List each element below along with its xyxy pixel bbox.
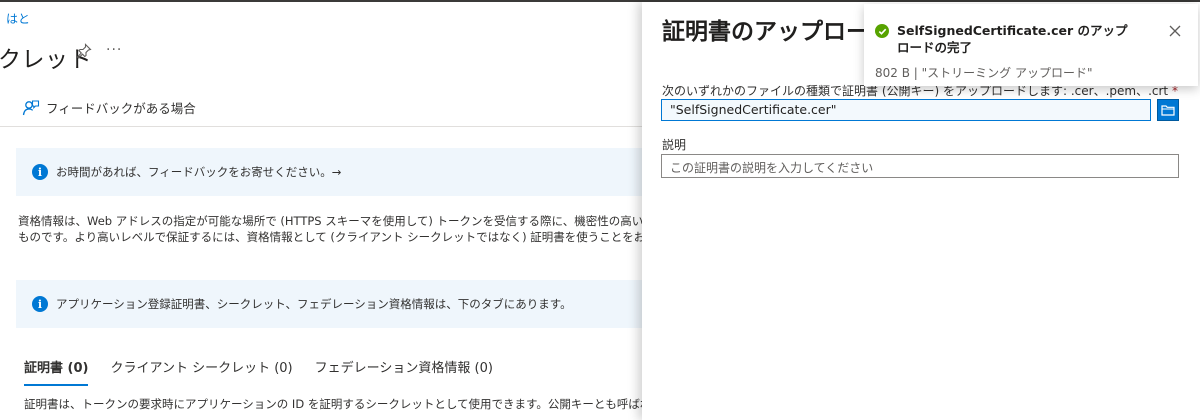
check-circle-icon [875,24,889,38]
tab-client-secrets[interactable]: クライアント シークレット (0) [110,357,292,386]
info-icon: i [32,164,48,180]
feedback-link-label: フィードバックがある場合 [46,101,196,116]
notification-title: SelfSignedCertificate.cer のアップロードの完了 [897,23,1128,55]
credentials-description-line-2: ものです。より高いレベルで保証するには、資格情報として (クライアント シークレ… [18,230,642,244]
description-label: 説明 [662,138,687,152]
file-label-text: 次のいずれかのファイルの種類で証明書 (公開キー) をアップロードします: .c… [662,84,1169,98]
tab-federated-credentials[interactable]: フェデレーション資格情報 (0) [315,357,493,386]
required-mark: * [1171,84,1178,98]
notification-subtitle: 802 B | "ストリーミング アップロード" [875,66,1093,80]
upload-complete-notification[interactable]: SelfSignedCertificate.cer のアップロードの完了 802… [864,4,1198,86]
feedback-person-icon [22,99,40,115]
tabs-info-banner: i アプリケーション登録証明書、シークレット、フェデレーション資格情報は、下のタ… [16,280,642,328]
feedback-info-text: お時間があれば、フィードバックをお寄せください。→ [56,165,342,179]
breadcrumb[interactable]: はと [6,10,30,27]
pin-icon[interactable] [76,43,92,59]
more-icon[interactable]: ··· [106,42,122,58]
divider [0,126,642,127]
tabs-info-text: アプリケーション登録証明書、シークレット、フェデレーション資格情報は、下のタブに… [56,297,572,311]
tab-certificates[interactable]: 証明書 (0) [24,357,89,386]
credentials-description-line-1: 資格情報は、Web アドレスの指定が可能な場所で (HTTPS スキーマを使用し… [18,214,642,228]
feedback-link[interactable]: フィードバックがある場合 [22,98,196,117]
browse-button[interactable] [1157,99,1179,121]
close-icon[interactable] [1167,23,1183,39]
credential-tabs: 証明書 (0) クライアント シークレット (0) フェデレーション資格情報 (… [24,357,515,386]
feedback-info-banner[interactable]: i お時間があれば、フィードバックをお寄せください。→ [16,148,642,196]
main-blade: はと クレット ··· フィードバックがある場合 i お時間があれば、フィードバ… [0,2,642,420]
credentials-description: 資格情報は、Web アドレスの指定が可能な場所で (HTTPS スキーマを使用し… [18,213,642,245]
description-input[interactable]: この証明書の説明を入力してください [661,154,1179,178]
folder-icon [1161,105,1175,116]
certificate-file-input[interactable]: "SelfSignedCertificate.cer" [661,99,1151,121]
certificates-tab-description: 証明書は、トークンの要求時にアプリケーションの ID を証明するシークレットとし… [24,397,642,411]
info-icon: i [32,296,48,312]
panel-title: 証明書のアップロード [662,19,892,45]
